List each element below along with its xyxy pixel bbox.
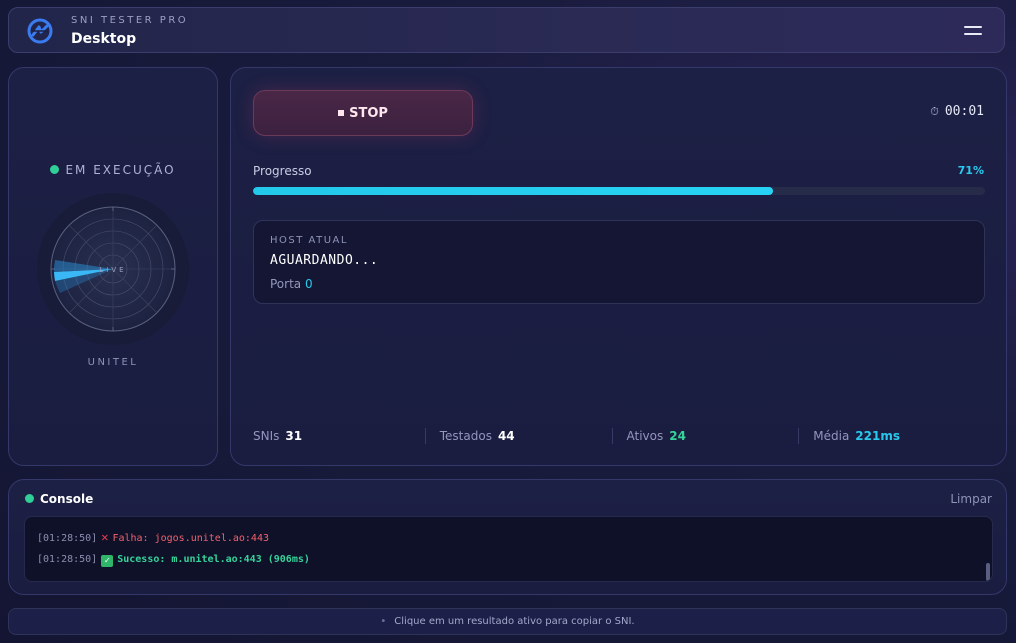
host-port: Porta 0 bbox=[270, 277, 313, 291]
stat-tested: Testados 44 bbox=[424, 428, 612, 444]
progress-bar bbox=[253, 187, 985, 195]
console-status-dot bbox=[25, 494, 34, 503]
stopwatch-icon: ⏱ bbox=[930, 105, 939, 118]
app-header: SNI TESTER PRO Desktop bbox=[8, 7, 1005, 53]
radar-display: LIVE bbox=[37, 193, 189, 345]
stat-label: Ativos bbox=[626, 429, 664, 443]
stat-label: SNIs bbox=[253, 429, 280, 443]
bullet-icon: • bbox=[380, 616, 387, 627]
console-log[interactable]: [01:28:50] ✕ Falha: jogos.unitel.ao:443 [0… bbox=[24, 516, 993, 582]
clear-console-button[interactable]: Limpar bbox=[950, 492, 992, 506]
console-title-text: Console bbox=[40, 492, 94, 506]
operator-name: UNITEL bbox=[87, 357, 139, 368]
stat-label: Média bbox=[813, 429, 850, 443]
console-title: Console bbox=[25, 492, 93, 506]
console-panel: Console Limpar [01:28:50] ✕ Falha: jogos.u… bbox=[8, 479, 1007, 595]
stats-row: SNIs 31 Testados 44 Ativos 24 Média 221ms bbox=[253, 428, 985, 444]
hamburger-menu-icon[interactable] bbox=[964, 23, 984, 39]
stat-value: 31 bbox=[285, 429, 303, 443]
brand-name: SNI TESTER PRO bbox=[71, 15, 189, 26]
page-title: Desktop bbox=[71, 31, 137, 47]
progress-label: Progresso bbox=[253, 164, 312, 178]
port-value: 0 bbox=[304, 277, 313, 291]
radar-label: LIVE bbox=[99, 266, 126, 274]
stat-snis: SNIs 31 bbox=[253, 428, 425, 444]
elapsed-timer: ⏱ 00:01 bbox=[930, 104, 984, 119]
progress-fill bbox=[253, 187, 773, 195]
stat-value: 221ms bbox=[855, 429, 900, 443]
port-label: Porta bbox=[270, 277, 302, 291]
control-panel: STOP ⏱ 00:01 Progresso 71% HOST ATUAL AGU… bbox=[230, 67, 1007, 466]
status-text: EM EXECUÇÃO bbox=[65, 163, 176, 177]
logo-icon bbox=[27, 18, 53, 44]
check-mark-icon: ✓ bbox=[101, 555, 114, 567]
log-time: [01:28:50] bbox=[37, 554, 98, 565]
stat-average: Média 221ms bbox=[798, 428, 985, 444]
log-line: [01:28:50] ✕ Falha: jogos.unitel.ao:443 bbox=[37, 530, 269, 544]
stat-label: Testados bbox=[439, 429, 492, 443]
host-value: AGUARDANDO... bbox=[270, 253, 379, 268]
log-time: [01:28:50] bbox=[37, 533, 98, 544]
stat-active: Ativos 24 bbox=[611, 428, 799, 444]
timer-value: 00:01 bbox=[944, 104, 984, 119]
progress-percent: 71% bbox=[957, 164, 984, 177]
footer-hint: • Clique em um resultado ativo para copia… bbox=[8, 608, 1007, 635]
host-label: HOST ATUAL bbox=[270, 235, 348, 246]
status-dot bbox=[50, 165, 60, 174]
stat-value: 44 bbox=[497, 429, 515, 443]
current-host-card: HOST ATUAL AGUARDANDO... Porta 0 bbox=[253, 220, 985, 304]
log-text: Falha: jogos.unitel.ao:443 bbox=[112, 533, 269, 544]
stop-icon bbox=[338, 110, 345, 116]
stat-value: 24 bbox=[669, 429, 686, 443]
stop-label: STOP bbox=[349, 105, 388, 121]
scan-status: EM EXECUÇÃO bbox=[9, 163, 217, 177]
stop-button[interactable]: STOP bbox=[253, 90, 473, 136]
log-line: [01:28:50] ✓ Sucesso: m.unitel.ao:443 (906… bbox=[37, 554, 310, 567]
log-text: Sucesso: m.unitel.ao:443 (906ms) bbox=[117, 554, 310, 565]
cross-mark-icon: ✕ bbox=[101, 530, 109, 544]
footer-text: Clique em um resultado ativo para copiar… bbox=[394, 616, 635, 627]
console-scrollbar[interactable] bbox=[986, 563, 990, 581]
scanner-panel: EM EXECUÇÃO LIVE UNITEL bbox=[8, 67, 218, 466]
